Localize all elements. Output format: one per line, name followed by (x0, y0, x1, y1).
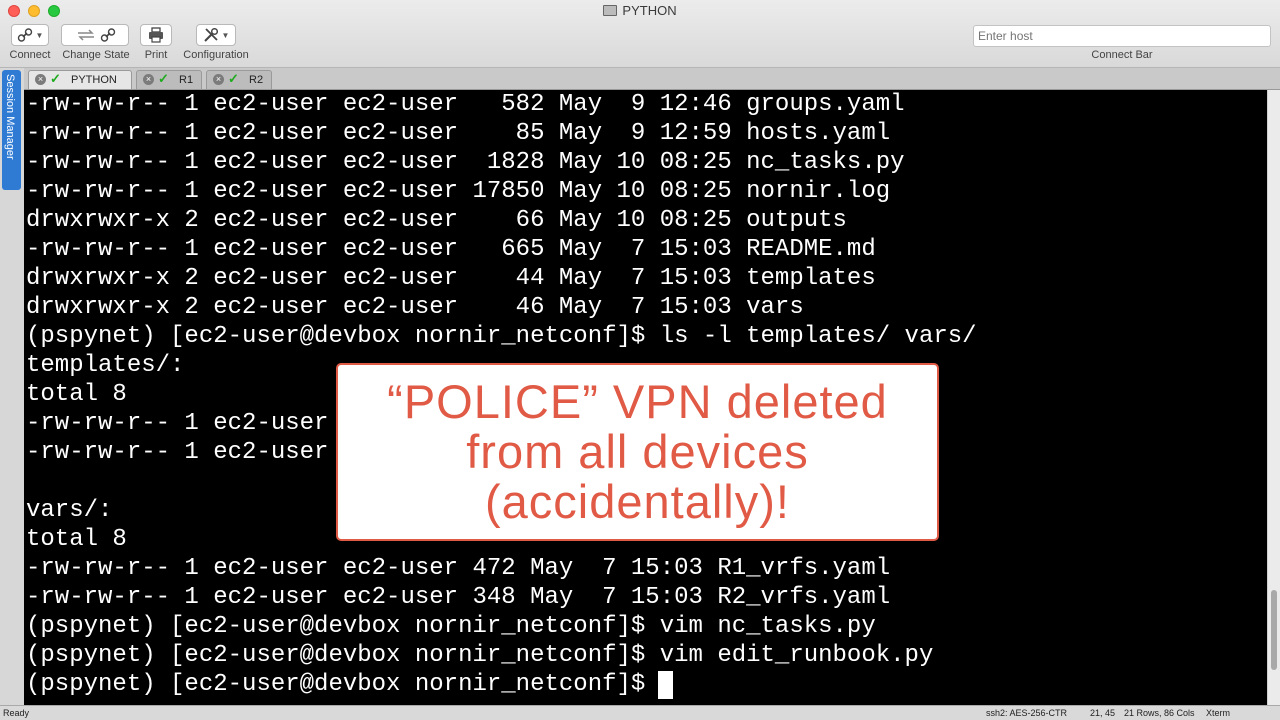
terminal-window-icon (603, 5, 618, 16)
printer-icon (149, 27, 163, 43)
terminal-line: -rw-rw-r-- 1 ec2-user ec2-user 665 May 7… (26, 236, 876, 263)
status-terminal-type: Xterm (1206, 708, 1231, 718)
close-tab-icon[interactable]: × (213, 74, 224, 85)
change-state-button[interactable] (61, 24, 129, 46)
configuration-button[interactable]: ▼ (196, 24, 236, 46)
terminal-line: -rw-rw-r-- 1 ec2-user ec2-user 582 May 9… (26, 91, 905, 118)
terminal-cursor (658, 671, 673, 699)
terminal-line: total 8 (26, 381, 127, 408)
annotation-callout: “POLICE” VPN deleted from all devices (a… (336, 363, 939, 541)
terminal-line: drwxrwxr-x 2 ec2-user ec2-user 46 May 7 … (26, 294, 804, 321)
status-cursor-position: 21, 45 (1090, 708, 1116, 718)
tab-label: PYTHON (71, 74, 117, 86)
chevron-down-icon: ▼ (221, 30, 230, 40)
connected-check-icon: ✓ (228, 71, 239, 86)
chevron-down-icon: ▼ (35, 30, 44, 40)
terminal-line: templates/: (26, 352, 185, 379)
link-icon (17, 28, 32, 42)
session-manager-toggle[interactable]: Session Manager (2, 70, 21, 190)
terminal-line: -rw-rw-r-- 1 ec2-user (26, 410, 329, 437)
session-manager-strip: Session Manager (0, 68, 24, 705)
close-tab-icon[interactable]: × (35, 74, 46, 85)
window-title: PYTHON (0, 3, 1280, 18)
tab-r2[interactable]: × ✓ R2 (206, 70, 272, 89)
status-ready: Ready (3, 708, 30, 718)
terminal-line: drwxrwxr-x 2 ec2-user ec2-user 44 May 7 … (26, 265, 876, 292)
status-bar: Ready ssh2: AES-256-CTR 21, 45 21 Rows, … (0, 705, 1280, 720)
title-bar: PYTHON ▼ Connect Change State Print ▼ Co… (0, 0, 1280, 68)
print-button[interactable] (140, 24, 172, 46)
link-icon (100, 28, 115, 42)
connected-check-icon: ✓ (158, 71, 169, 86)
close-tab-icon[interactable]: × (143, 74, 154, 85)
status-cipher: ssh2: AES-256-CTR (986, 708, 1068, 718)
connect-button[interactable]: ▼ (11, 24, 49, 46)
terminal-line: -rw-rw-r-- 1 ec2-user ec2-user 348 May 7… (26, 584, 891, 611)
session-manager-label: Session Manager (4, 74, 16, 160)
change-state-label: Change State (62, 49, 130, 61)
tab-r1[interactable]: × ✓ R1 (136, 70, 202, 89)
terminal-line: -rw-rw-r-- 1 ec2-user ec2-user 85 May 9 … (26, 120, 891, 147)
tab-label: R2 (249, 74, 264, 86)
terminal-line: -rw-rw-r-- 1 ec2-user ec2-user 472 May 7… (26, 555, 891, 582)
callout-line: (accidentally)! (485, 475, 790, 528)
connected-check-icon: ✓ (50, 71, 61, 86)
configuration-label: Configuration (183, 49, 249, 61)
status-terminal-size: 21 Rows, 86 Cols (1124, 708, 1195, 718)
terminal-line: -rw-rw-r-- 1 ec2-user (26, 439, 329, 466)
tools-icon (203, 27, 218, 42)
tab-label: R1 (179, 74, 194, 86)
terminal-line: -rw-rw-r-- 1 ec2-user ec2-user 1828 May … (26, 149, 905, 176)
terminal-prompt-line: (pspynet) [ec2-user@devbox nornir_netcon… (26, 671, 660, 698)
tab-python[interactable]: × ✓ PYTHON (28, 70, 132, 89)
session-tab-bar: × ✓ PYTHON × ✓ R1 × ✓ R2 (0, 68, 1280, 90)
connect-label: Connect (9, 49, 51, 61)
terminal-scrollbar[interactable] (1267, 90, 1280, 705)
terminal-line: (pspynet) [ec2-user@devbox nornir_netcon… (26, 323, 977, 350)
terminal-line: vars/: (26, 497, 113, 524)
terminal-line: (pspynet) [ec2-user@devbox nornir_netcon… (26, 613, 876, 640)
callout-line: from all devices (466, 425, 809, 478)
host-input[interactable] (973, 25, 1271, 47)
terminal-line: -rw-rw-r-- 1 ec2-user ec2-user 17850 May… (26, 178, 891, 205)
connect-bar-label: Connect Bar (1091, 49, 1153, 61)
terminal-line: total 8 (26, 526, 127, 553)
terminal-line: drwxrwxr-x 2 ec2-user ec2-user 66 May 10… (26, 207, 847, 234)
print-label: Print (144, 49, 168, 61)
terminal-line: (pspynet) [ec2-user@devbox nornir_netcon… (26, 642, 934, 669)
scrollbar-thumb[interactable] (1271, 590, 1277, 670)
reconnect-icon (77, 29, 94, 41)
callout-line: “POLICE” VPN deleted (387, 375, 888, 428)
